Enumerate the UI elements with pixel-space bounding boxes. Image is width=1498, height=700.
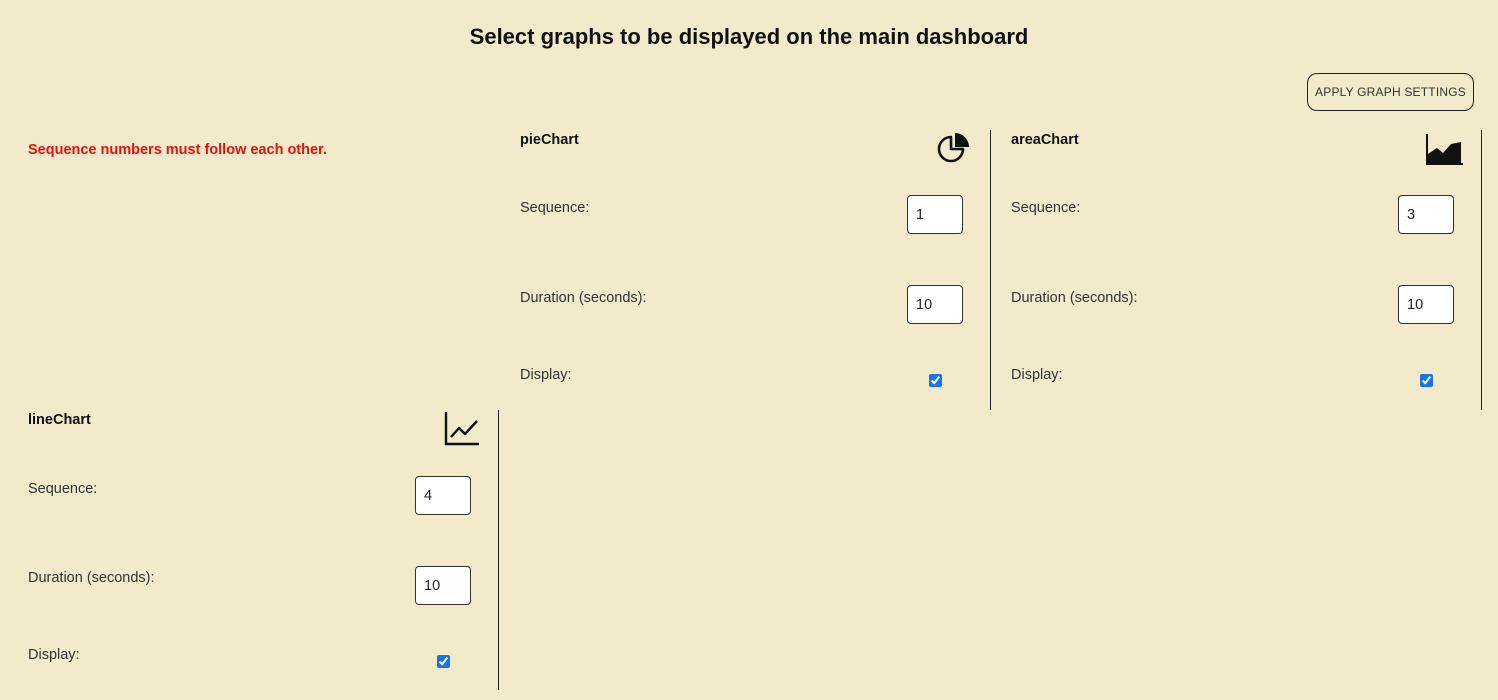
sequence-error-message: Sequence numbers must follow each other. [28,142,327,158]
sequence-label: Sequence: [1011,200,1081,216]
sequence-input[interactable] [415,476,471,515]
pie-chart-icon [936,130,972,166]
duration-label: Duration (seconds): [520,290,647,306]
sequence-label: Sequence: [520,200,590,216]
duration-input[interactable] [907,285,963,324]
graph-panel-linechart: lineChart Sequence: Duration (seconds): … [28,410,499,690]
display-label: Display: [28,647,80,663]
graph-panel-piechart: pieChart Sequence: Duration (seconds): D… [520,130,991,410]
apply-graph-settings-button[interactable]: APPLY GRAPH SETTINGS [1307,73,1474,111]
graph-title: areaChart [1011,132,1079,148]
page-title: Select graphs to be displayed on the mai… [469,24,1029,49]
sequence-label: Sequence: [28,481,98,497]
display-label: Display: [1011,367,1063,383]
display-checkbox[interactable] [437,655,450,668]
graph-panel-areachart: areaChart Sequence: Duration (seconds): … [1011,130,1482,410]
duration-input[interactable] [1398,285,1454,324]
display-checkbox[interactable] [1420,374,1433,387]
duration-label: Duration (seconds): [28,570,155,586]
sequence-input[interactable] [1398,195,1454,234]
line-chart-icon [444,410,480,446]
display-label: Display: [520,367,572,383]
duration-label: Duration (seconds): [1011,290,1138,306]
graph-title: lineChart [28,412,91,428]
duration-input[interactable] [415,566,471,605]
display-checkbox[interactable] [929,374,942,387]
area-chart-icon [1425,130,1463,166]
sequence-input[interactable] [907,195,963,234]
graph-title: pieChart [520,132,579,148]
